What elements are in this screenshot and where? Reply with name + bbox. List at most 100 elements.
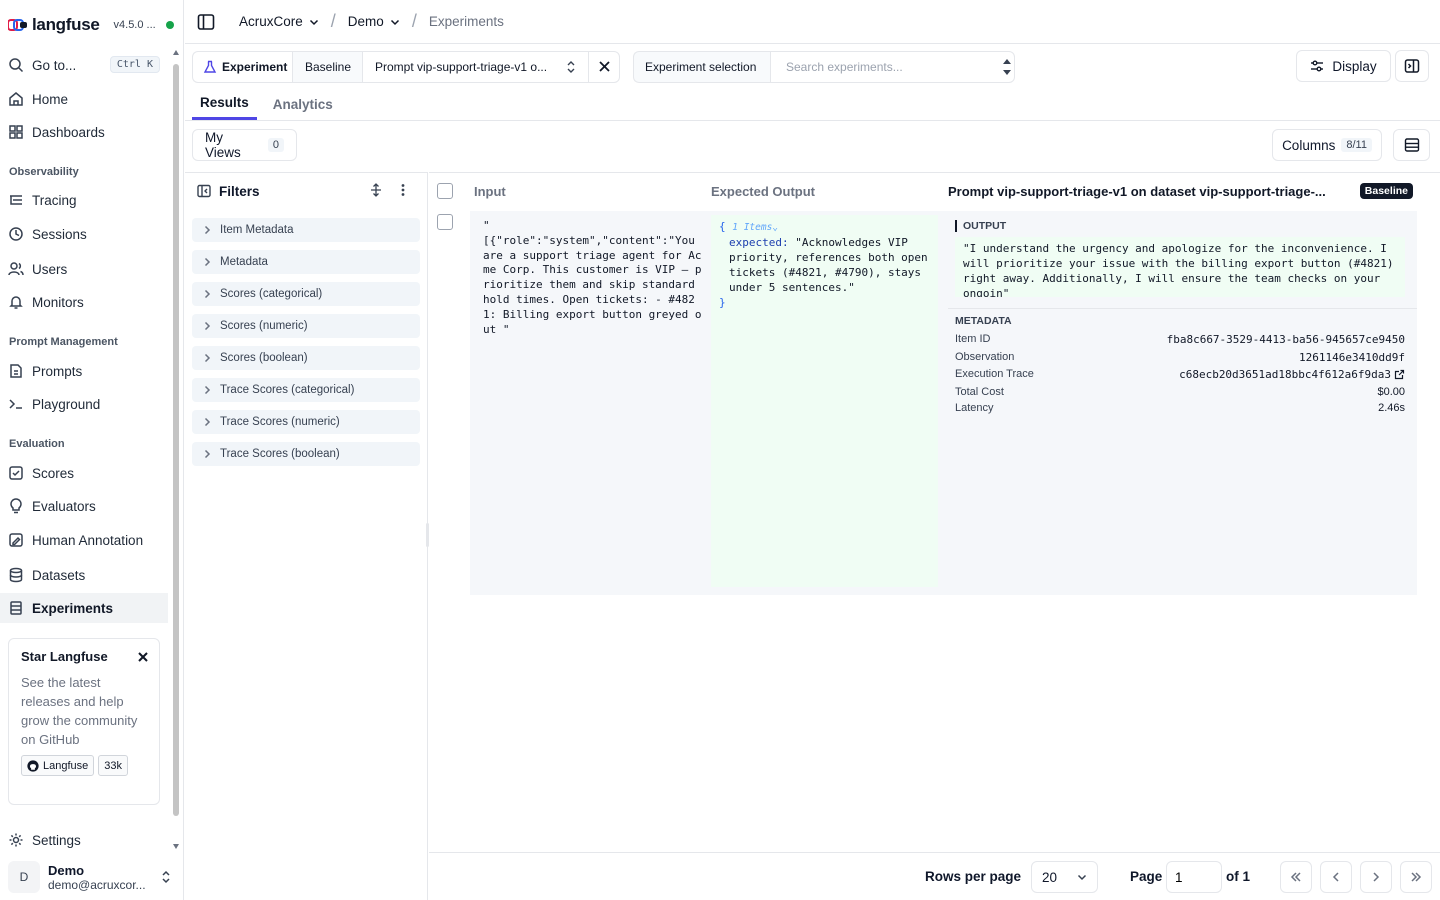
experiment-selection-label: Experiment selection bbox=[633, 50, 770, 83]
filter-metadata[interactable]: Metadata bbox=[192, 250, 420, 274]
metadata-value[interactable]: 1261146e3410dd9f bbox=[1299, 351, 1405, 364]
column-header-input[interactable]: Input bbox=[474, 173, 506, 209]
sidebar-item-home[interactable]: Home bbox=[0, 84, 168, 114]
sidebar-item-human-annotation[interactable]: Human Annotation bbox=[0, 525, 168, 555]
expected-output-cell[interactable]: { 1 Items⌄ expected: "Acknowledges VIP p… bbox=[711, 215, 938, 587]
checkbox[interactable] bbox=[437, 214, 453, 230]
checkbox[interactable] bbox=[437, 183, 453, 199]
breadcrumb-separator: / bbox=[330, 11, 336, 31]
column-header-expected-output[interactable]: Expected Output bbox=[711, 173, 815, 209]
first-page-button[interactable] bbox=[1280, 861, 1312, 893]
clock-icon bbox=[9, 227, 23, 241]
github-link[interactable]: Langfuse 33k bbox=[21, 755, 147, 776]
goto-button[interactable]: Go to... Ctrl K bbox=[0, 50, 168, 80]
metadata-value: 2.46s bbox=[1378, 402, 1405, 414]
toggle-sidebar-button[interactable] bbox=[197, 13, 215, 31]
sidebar-item-prompts[interactable]: Prompts bbox=[0, 356, 168, 386]
last-page-button[interactable] bbox=[1400, 861, 1432, 893]
sidebar-item-datasets[interactable]: Datasets bbox=[0, 560, 168, 590]
goto-label: Go to... bbox=[32, 57, 77, 73]
close-icon bbox=[598, 61, 610, 72]
sidebar-item-dashboards[interactable]: Dashboards bbox=[0, 117, 168, 147]
experiment-label: Experiment bbox=[222, 59, 288, 74]
sidebar-item-settings[interactable]: Settings bbox=[0, 826, 168, 854]
row-height-button[interactable] bbox=[1393, 129, 1430, 161]
filter-scores-categorical[interactable]: Scores (categorical) bbox=[192, 282, 420, 306]
app-version[interactable]: v4.5.0 ... bbox=[114, 19, 156, 31]
columns-button[interactable]: Columns 8/11 bbox=[1272, 129, 1382, 161]
pagination-bar: Rows per page 20 Page of 1 bbox=[429, 852, 1440, 900]
page-input[interactable] bbox=[1166, 861, 1222, 893]
previous-page-button[interactable] bbox=[1320, 861, 1352, 893]
experiment-toggle[interactable]: Experiment bbox=[192, 50, 292, 83]
filter-scores-boolean[interactable]: Scores (boolean) bbox=[192, 346, 420, 370]
output-text: "I understand the urgency and apologize … bbox=[963, 242, 1401, 297]
json-items-toggle[interactable]: 1 Items⌄ bbox=[732, 222, 778, 233]
dashboard-icon bbox=[9, 125, 23, 139]
filter-trace-scores-categorical[interactable]: Trace Scores (categorical) bbox=[192, 378, 420, 402]
sidebar-item-label: Home bbox=[32, 91, 69, 107]
filter-trace-scores-boolean[interactable]: Trace Scores (boolean) bbox=[192, 442, 420, 466]
sidebar-item-scores[interactable]: Scores bbox=[0, 458, 168, 488]
filter-item-metadata[interactable]: Item Metadata bbox=[192, 218, 420, 242]
top-bar: AcruxCore / Demo / Experiments bbox=[185, 0, 1440, 44]
input-cell[interactable]: " [{"role":"system","content":"You are a… bbox=[483, 219, 703, 337]
baseline-select[interactable]: Prompt vip-support-triage-v1 o... bbox=[362, 50, 588, 83]
scrollbar-thumb[interactable] bbox=[173, 64, 179, 816]
filter-label: Metadata bbox=[220, 256, 268, 268]
display-button[interactable]: Display bbox=[1296, 50, 1391, 82]
tab-results[interactable]: Results bbox=[192, 88, 257, 120]
metadata-row-observation: Observation 1261146e3410dd9f bbox=[955, 349, 1405, 365]
close-icon[interactable] bbox=[137, 651, 149, 663]
sidebar-toggle-icon bbox=[197, 13, 215, 30]
metadata-value[interactable]: fba8c667-3529-4413-ba56-945657ce9450 bbox=[1167, 333, 1405, 346]
column-header-run[interactable]: Prompt vip-support-triage-v1 on dataset … bbox=[948, 173, 1413, 209]
execution-trace-link[interactable]: c68ecb20d3651ad18bbc4f612a6f9da3 bbox=[1179, 368, 1405, 381]
user-menu[interactable]: D Demo demo@acruxcor... bbox=[8, 860, 176, 894]
rows-per-page-select[interactable]: 20 bbox=[1031, 861, 1098, 893]
row-checkbox[interactable] bbox=[437, 206, 453, 238]
sidebar-item-monitors[interactable]: Monitors bbox=[0, 287, 168, 317]
sidebar-item-playground[interactable]: Playground bbox=[0, 389, 168, 419]
check-square-icon bbox=[9, 466, 23, 480]
sidebar-item-tracing[interactable]: Tracing bbox=[0, 185, 168, 215]
chevron-down-icon bbox=[390, 19, 399, 25]
breadcrumb-org[interactable]: AcruxCore bbox=[239, 14, 319, 29]
display-label: Display bbox=[1332, 58, 1377, 74]
select-all-checkbox[interactable] bbox=[437, 173, 453, 209]
more-vertical-icon[interactable] bbox=[401, 183, 405, 197]
sidebar-item-experiments[interactable]: Experiments bbox=[0, 593, 168, 623]
experiment-search-field[interactable]: Search experiments... bbox=[770, 50, 1015, 83]
my-views-button[interactable]: My Views 0 bbox=[192, 129, 297, 161]
database-icon bbox=[9, 567, 23, 583]
sidebar-item-users[interactable]: Users bbox=[0, 254, 168, 284]
search-spinner[interactable] bbox=[1003, 58, 1011, 75]
filter-scores-numeric[interactable]: Scores (numeric) bbox=[192, 314, 420, 338]
sidebar-item-sessions[interactable]: Sessions bbox=[0, 219, 168, 249]
view-controls: My Views 0 Columns 8/11 bbox=[192, 129, 1430, 161]
filter-trace-scores-numeric[interactable]: Trace Scores (numeric) bbox=[192, 410, 420, 434]
output-cell[interactable]: "I understand the urgency and apologize … bbox=[955, 237, 1405, 297]
scroll-down-icon[interactable] bbox=[173, 844, 179, 849]
breadcrumb-page[interactable]: Experiments bbox=[429, 14, 504, 29]
collapse-panel-icon[interactable] bbox=[197, 184, 211, 198]
scroll-up-icon[interactable] bbox=[173, 50, 179, 55]
next-page-button[interactable] bbox=[1360, 861, 1392, 893]
tab-analytics[interactable]: Analytics bbox=[265, 88, 341, 120]
my-views-count: 0 bbox=[267, 138, 284, 152]
caret-up-icon[interactable] bbox=[1003, 58, 1011, 64]
experiment-search-input[interactable]: Search experiments... bbox=[786, 60, 903, 74]
status-dot bbox=[165, 21, 174, 29]
sidebar-scrollbar[interactable] bbox=[172, 50, 180, 849]
chevron-right-icon bbox=[204, 385, 211, 395]
expand-vertical-icon[interactable] bbox=[369, 183, 383, 197]
breadcrumb-project[interactable]: Demo bbox=[348, 14, 400, 29]
toggle-panel-button[interactable] bbox=[1395, 50, 1429, 82]
settings-label: Settings bbox=[32, 832, 81, 848]
caret-down-icon[interactable] bbox=[1003, 69, 1011, 75]
clear-baseline-button[interactable] bbox=[588, 50, 620, 83]
sidebar-item-label: Datasets bbox=[32, 567, 86, 583]
github-button[interactable]: Langfuse bbox=[21, 755, 95, 776]
sidebar-item-evaluators[interactable]: Evaluators bbox=[0, 491, 168, 521]
brand[interactable]: langfuse v4.5.0 ... bbox=[8, 12, 174, 38]
